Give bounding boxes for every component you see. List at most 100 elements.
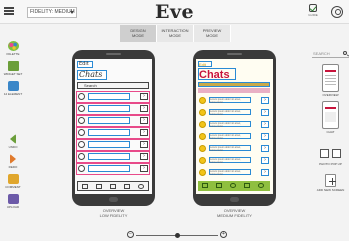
undo-button[interactable]: UNDO bbox=[2, 134, 24, 149]
phone-overview-medium-fidelity[interactable]: Edit Chats Lorem ipsum dolor sit amet, c… bbox=[193, 50, 276, 206]
upload-button[interactable]: UPLOAD bbox=[2, 194, 24, 209]
chevron-right-icon[interactable]: › bbox=[140, 105, 148, 112]
screen-card-overview[interactable]: OVERVIEW bbox=[313, 64, 348, 97]
fidelity-select[interactable]: FIDELITY: MEDIUM bbox=[27, 7, 77, 18]
tab-interaction-mode[interactable]: INTERACTION MODE bbox=[157, 25, 194, 42]
guide-button[interactable]: GUIDE bbox=[306, 4, 320, 22]
chevron-right-icon[interactable]: › bbox=[140, 153, 148, 160]
palette-button[interactable]: PALETTE bbox=[2, 41, 24, 56]
list-item[interactable]: › bbox=[76, 163, 150, 175]
list-item[interactable]: › bbox=[76, 91, 150, 103]
search-bar[interactable]: Search bbox=[77, 82, 149, 89]
user-avatar-icon[interactable] bbox=[331, 6, 343, 18]
phone-home-button bbox=[109, 197, 118, 202]
tool-label: UNDO bbox=[8, 145, 18, 149]
list-item[interactable]: › bbox=[76, 127, 150, 139]
mode-tabs: DESIGN MODE INTERACTION MODE PREVIEW MOD… bbox=[120, 25, 231, 42]
app-logo: Eve bbox=[155, 1, 195, 23]
hamburger-menu-icon[interactable] bbox=[4, 7, 14, 15]
redo-icon bbox=[10, 154, 16, 164]
guide-label: GUIDE bbox=[308, 13, 318, 17]
element-button[interactable]: 12 ELEMENT bbox=[2, 81, 24, 96]
phone-screen: Edit Chats Search › › › › › › › bbox=[75, 59, 152, 194]
list-item[interactable]: Lorem ipsum dolor sit amet, consectetur.… bbox=[198, 108, 270, 118]
undo-icon bbox=[10, 134, 16, 144]
zoom-in-icon[interactable]: + bbox=[220, 231, 227, 238]
tab-design-mode[interactable]: DESIGN MODE bbox=[120, 25, 157, 42]
avatar bbox=[199, 109, 206, 116]
chat-icon[interactable] bbox=[96, 184, 102, 189]
list-item[interactable]: Lorem ipsum dolor sit amet, consectetur.… bbox=[198, 132, 270, 142]
tab-preview-mode[interactable]: PREVIEW MODE bbox=[194, 25, 231, 42]
chevron-right-icon[interactable]: › bbox=[261, 133, 269, 140]
add-new-screen-button[interactable]: ADD NEW SCREEN bbox=[313, 174, 348, 192]
zoom-slider[interactable]: − + bbox=[127, 230, 228, 240]
list-item[interactable]: › bbox=[76, 139, 150, 151]
chevron-right-icon[interactable]: › bbox=[261, 121, 269, 128]
chevron-right-icon[interactable]: › bbox=[140, 93, 148, 100]
search-icon bbox=[343, 51, 347, 55]
list-item-text bbox=[88, 105, 130, 112]
tab-label: MODE bbox=[206, 33, 218, 38]
list-item[interactable]: Lorem ipsum dolor sit amet, consectetur.… bbox=[198, 156, 270, 166]
upload-icon bbox=[7, 194, 19, 204]
avatar bbox=[78, 165, 85, 172]
phone-icon[interactable] bbox=[82, 184, 88, 189]
list-item[interactable]: Lorem ipsum dolor sit amet, consectetur.… bbox=[198, 144, 270, 154]
chevron-right-icon[interactable]: › bbox=[261, 145, 269, 152]
screen-card-photo-pop-up[interactable]: PHOTO POP UP bbox=[313, 147, 348, 166]
zoom-handle[interactable] bbox=[175, 233, 180, 238]
chevron-right-icon[interactable]: › bbox=[261, 169, 269, 176]
avatar bbox=[78, 141, 85, 148]
comment-button[interactable]: COMMENT bbox=[2, 174, 24, 189]
screen-thumbnail bbox=[322, 64, 339, 92]
selected-row-highlight bbox=[198, 88, 270, 93]
left-toolbar: PALETTE WIDGET SET 12 ELEMENT UNDO REDO … bbox=[0, 30, 25, 220]
phone-speaker bbox=[227, 53, 242, 55]
screen-search-input[interactable]: SEARCH bbox=[312, 49, 349, 58]
photo-pop-up-icon bbox=[318, 147, 343, 161]
widget-set-button[interactable]: WIDGET SET bbox=[2, 61, 24, 76]
settings-icon[interactable] bbox=[138, 184, 144, 189]
zoom-out-icon[interactable]: − bbox=[127, 231, 134, 238]
chevron-right-icon[interactable]: › bbox=[140, 165, 148, 172]
avatar bbox=[199, 169, 206, 176]
screen-card-chat[interactable]: CHAT bbox=[313, 101, 348, 134]
list-item-text: Lorem ipsum dolor sit amet, consectetur. bbox=[209, 121, 251, 128]
camera-icon[interactable] bbox=[230, 183, 236, 188]
tool-label: PALETTE bbox=[6, 52, 20, 56]
phone-overview-low-fidelity[interactable]: Edit Chats Search › › › › › › › bbox=[72, 50, 155, 206]
list-item[interactable]: Lorem ipsum dolor sit amet, consectetur.… bbox=[198, 96, 270, 106]
contacts-icon[interactable] bbox=[124, 184, 130, 189]
chevron-right-icon[interactable]: › bbox=[140, 141, 148, 148]
chevron-right-icon[interactable]: › bbox=[261, 97, 269, 104]
element-icon bbox=[7, 81, 19, 91]
chevron-right-icon[interactable]: › bbox=[140, 117, 148, 124]
phone-screen: Edit Chats Lorem ipsum dolor sit amet, c… bbox=[196, 59, 273, 194]
chevron-right-icon[interactable]: › bbox=[140, 129, 148, 136]
contacts-icon[interactable] bbox=[244, 183, 250, 188]
caption-line: MEDIUM FIDELITY bbox=[217, 213, 252, 218]
list-item[interactable]: Lorem ipsum dolor sit amet, consectetur.… bbox=[198, 120, 270, 130]
phone-icon[interactable] bbox=[202, 183, 208, 188]
palette-icon bbox=[7, 41, 19, 51]
edit-button[interactable]: Edit bbox=[77, 61, 93, 68]
screen-card-label: PHOTO POP UP bbox=[319, 162, 342, 166]
search-bar[interactable] bbox=[198, 82, 270, 87]
camera-icon[interactable] bbox=[110, 184, 116, 189]
chat-icon[interactable] bbox=[216, 183, 222, 188]
list-item[interactable]: › bbox=[76, 115, 150, 127]
chevron-right-icon[interactable]: › bbox=[261, 109, 269, 116]
list-item[interactable]: › bbox=[76, 103, 150, 115]
list-item[interactable]: › bbox=[76, 151, 150, 163]
list-item-text bbox=[88, 153, 130, 160]
redo-button[interactable]: REDO bbox=[2, 154, 24, 169]
tab-bar bbox=[198, 181, 270, 191]
chevron-right-icon[interactable]: › bbox=[261, 157, 269, 164]
avatar bbox=[78, 105, 85, 112]
avatar bbox=[199, 97, 206, 104]
settings-icon[interactable] bbox=[258, 183, 264, 188]
list-item[interactable]: Lorem ipsum dolor sit amet, consectetur.… bbox=[198, 168, 270, 178]
edit-button[interactable]: Edit bbox=[198, 61, 212, 67]
tool-label: WIDGET SET bbox=[3, 72, 23, 76]
